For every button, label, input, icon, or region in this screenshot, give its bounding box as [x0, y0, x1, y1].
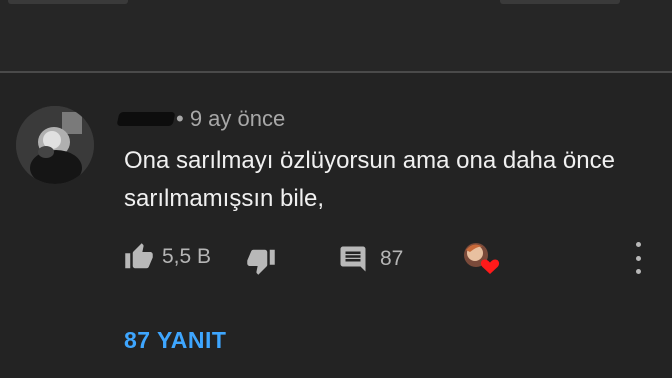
comment-text: Ona sarılmayı özlüyorsun ama ona daha ön… — [124, 147, 615, 212]
redacted-author-name — [116, 112, 176, 126]
like-button[interactable]: 5,5 B — [124, 242, 211, 272]
reply-button[interactable]: 87 — [338, 244, 403, 274]
creator-heart — [460, 240, 500, 276]
comment-actions: 5,5 B 87 — [124, 240, 664, 280]
dislike-button[interactable] — [246, 246, 276, 276]
avatar[interactable] — [16, 106, 94, 184]
thumbs-down-icon — [247, 249, 275, 275]
meta-separator: • — [176, 106, 190, 131]
comment-meta: • 9 ay önce — [176, 106, 285, 132]
comment-icon — [340, 246, 366, 272]
more-vert-icon — [635, 255, 641, 261]
divider — [0, 71, 672, 73]
more-options-button[interactable] — [632, 242, 644, 274]
cut-off-content — [500, 0, 620, 4]
more-vert-icon — [635, 269, 641, 274]
view-replies-button[interactable]: 87 YANIT — [124, 327, 226, 354]
creator-heart-icon — [464, 243, 500, 274]
previous-comment-area — [0, 0, 672, 72]
more-vert-icon — [635, 242, 641, 247]
thumbs-up-icon — [125, 243, 153, 269]
cut-off-content — [8, 0, 128, 4]
reply-count: 87 — [380, 247, 404, 270]
comment-timestamp[interactable]: 9 ay önce — [190, 106, 285, 131]
like-count: 5,5 B — [162, 245, 212, 268]
